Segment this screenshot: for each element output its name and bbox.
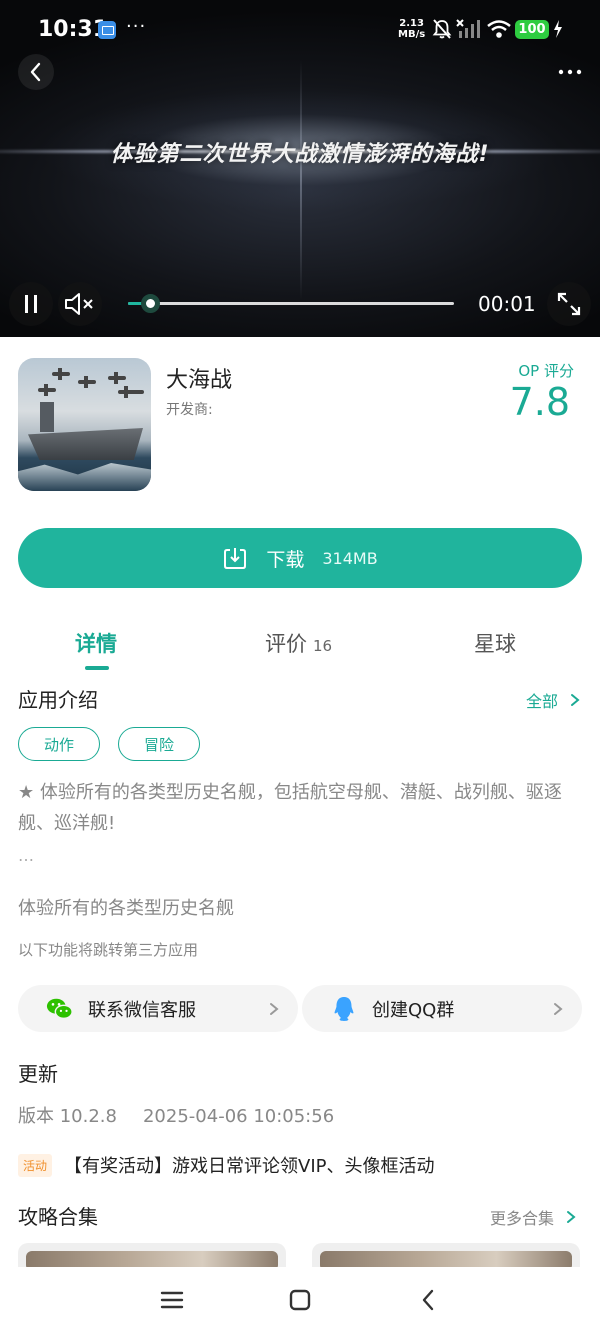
plane-shape bbox=[38, 384, 56, 396]
update-date: 2025-04-06 10:05:56 bbox=[142, 1106, 335, 1127]
activity-link[interactable]: 活动 【有奖活动】游戏日常评论领VIP、头像框活动 bbox=[18, 1152, 435, 1178]
developer-label: 开发商: bbox=[166, 402, 213, 418]
back-button[interactable] bbox=[18, 54, 54, 90]
intro-title: 应用介绍 bbox=[18, 688, 98, 712]
more-notifications-icon: ··· bbox=[126, 16, 147, 37]
wechat-support-label: 联系微信客服 bbox=[88, 999, 196, 1021]
lens-flare-vertical bbox=[300, 60, 302, 300]
chevron-left-icon bbox=[30, 62, 41, 82]
reviews-count: 16 bbox=[313, 637, 333, 655]
app-icon bbox=[18, 358, 151, 491]
battery-indicator: 100 bbox=[515, 20, 549, 39]
ship-shape bbox=[28, 428, 143, 460]
video-caption: 体验第二次世界大战激情澎湃的海战! bbox=[110, 142, 490, 167]
intro-all-link[interactable]: 全部 bbox=[526, 688, 582, 712]
net-speed-unit: MB/s bbox=[398, 29, 426, 40]
pause-button[interactable] bbox=[9, 282, 53, 326]
mute-button[interactable] bbox=[58, 282, 102, 326]
update-title: 更新 bbox=[18, 1062, 58, 1086]
system-nav-bar bbox=[0, 1267, 600, 1333]
wave-shape bbox=[18, 462, 151, 491]
score-value: 7.8 bbox=[509, 380, 570, 424]
activity-badge: 活动 bbox=[18, 1153, 53, 1177]
more-dots-icon bbox=[558, 69, 582, 75]
qq-group-label: 创建QQ群 bbox=[372, 999, 455, 1021]
network-speed: 2.13 MB/s bbox=[398, 18, 425, 40]
tab-detail[interactable]: 详情 bbox=[75, 628, 117, 658]
tab-reviews-label: 评价 bbox=[265, 632, 307, 656]
download-size: 314MB bbox=[322, 548, 378, 568]
intro-all-label: 全部 bbox=[526, 692, 559, 711]
activity-text: 【有奖活动】游戏日常评论领VIP、头像框活动 bbox=[64, 1156, 435, 1177]
fullscreen-icon bbox=[557, 292, 581, 316]
description-ellipsis: … bbox=[18, 846, 36, 865]
home-square-icon bbox=[289, 1289, 311, 1311]
chevron-right-icon bbox=[554, 1002, 563, 1015]
notification-app-icon bbox=[98, 21, 116, 39]
score-label: OP 评分 bbox=[518, 362, 574, 380]
tab-reviews[interactable]: 评价 16 bbox=[265, 628, 332, 658]
home-button[interactable] bbox=[282, 1285, 318, 1315]
more-guides-label: 更多合集 bbox=[490, 1209, 555, 1228]
app-name: 大海战 bbox=[166, 368, 233, 393]
video-progress-handle[interactable] bbox=[141, 294, 161, 313]
download-label: 下载 bbox=[266, 548, 305, 571]
video-progress-bar[interactable] bbox=[128, 294, 454, 313]
plane-shape bbox=[108, 372, 126, 384]
wechat-icon bbox=[46, 995, 74, 1023]
third-party-note: 以下功能将跳转第三方应用 bbox=[18, 941, 199, 959]
wifi-icon bbox=[487, 20, 511, 38]
guide-card[interactable] bbox=[312, 1243, 580, 1267]
plane-shape bbox=[78, 376, 96, 388]
system-back-button[interactable] bbox=[410, 1285, 446, 1315]
more-guides-link[interactable]: 更多合集 bbox=[490, 1205, 578, 1229]
app-summary: 体验所有的各类型历史名舰 bbox=[18, 898, 234, 919]
wechat-support-button[interactable]: 联系微信客服 bbox=[18, 985, 298, 1032]
speaker-muted-icon bbox=[65, 293, 93, 315]
tag-action[interactable]: 动作 bbox=[18, 727, 100, 761]
qq-icon bbox=[330, 995, 358, 1023]
tab-detail-label: 详情 bbox=[75, 632, 117, 656]
guides-title: 攻略合集 bbox=[18, 1205, 98, 1229]
video-current-time: 00:01 bbox=[478, 292, 536, 316]
tag-adventure[interactable]: 冒险 bbox=[118, 727, 200, 761]
status-bar: 10:31 ··· 2.13 MB/s 100 bbox=[0, 0, 600, 60]
recent-apps-button[interactable] bbox=[154, 1285, 190, 1315]
mute-bell-icon bbox=[432, 19, 452, 39]
download-button[interactable]: 下载 314MB bbox=[18, 528, 582, 588]
menu-icon bbox=[160, 1291, 184, 1309]
guide-card[interactable] bbox=[18, 1243, 286, 1267]
version-number: 版本 10.2.8 bbox=[18, 1106, 117, 1127]
pause-icon bbox=[25, 295, 37, 313]
download-icon bbox=[224, 548, 247, 569]
chevron-right-icon bbox=[567, 1211, 576, 1223]
charging-icon bbox=[554, 20, 562, 38]
net-speed-value: 2.13 bbox=[399, 18, 424, 29]
plane-shape bbox=[52, 368, 70, 380]
back-arrow-icon bbox=[422, 1289, 434, 1311]
tab-planet-label: 星球 bbox=[474, 632, 516, 656]
version-info: 版本 10.2.8 2025-04-06 10:05:56 bbox=[18, 1102, 334, 1128]
active-tab-indicator bbox=[85, 666, 109, 670]
fullscreen-button[interactable] bbox=[547, 282, 591, 326]
ship-tower-shape bbox=[40, 402, 54, 432]
app-description: ★ 体验所有的各类型历史名舰，包括航空母舰、潜艇、战列舰、驱逐舰、巡洋舰! bbox=[18, 782, 562, 834]
plane-shape bbox=[118, 386, 144, 398]
more-options-button[interactable] bbox=[550, 54, 590, 90]
signal-icon bbox=[456, 19, 480, 38]
tab-planet[interactable]: 星球 bbox=[474, 628, 516, 658]
video-player[interactable]: 体验第二次世界大战激情澎湃的海战! 10:31 ··· 2.13 MB/s 10… bbox=[0, 0, 600, 337]
chevron-right-icon bbox=[270, 1002, 279, 1015]
qq-group-button[interactable]: 创建QQ群 bbox=[302, 985, 582, 1032]
chevron-right-icon bbox=[571, 694, 580, 706]
